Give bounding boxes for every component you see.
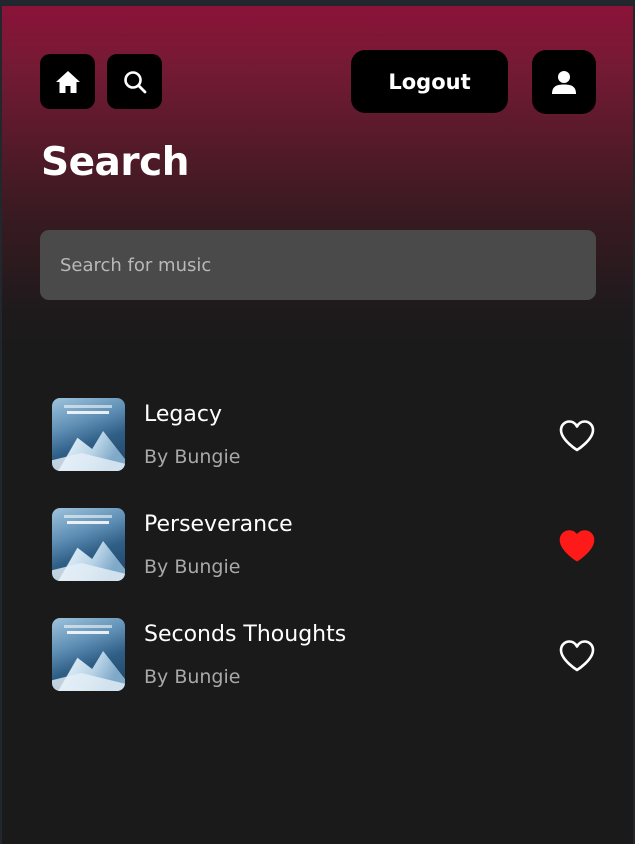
user-icon bbox=[552, 71, 576, 94]
home-icon bbox=[55, 70, 80, 93]
heart-icon[interactable] bbox=[558, 639, 596, 673]
app-screen: Logout Search Legacy By Bungie Perse bbox=[0, 0, 635, 844]
profile-button[interactable] bbox=[532, 50, 596, 114]
track-title: Legacy bbox=[144, 402, 222, 427]
list-item[interactable]: Legacy By Bungie bbox=[2, 396, 635, 472]
track-title: Perseverance bbox=[144, 512, 293, 537]
home-button[interactable] bbox=[40, 54, 95, 109]
search-icon bbox=[123, 70, 146, 93]
album-art bbox=[52, 398, 125, 471]
track-artist: By Bungie bbox=[144, 446, 241, 468]
track-artist: By Bungie bbox=[144, 556, 241, 578]
search-button[interactable] bbox=[107, 54, 162, 109]
heart-icon[interactable] bbox=[558, 419, 596, 453]
album-art bbox=[52, 508, 125, 581]
page-title: Search bbox=[41, 140, 189, 185]
album-art bbox=[52, 618, 125, 691]
track-artist: By Bungie bbox=[144, 666, 241, 688]
list-item[interactable]: Perseverance By Bungie bbox=[2, 506, 635, 582]
track-title: Seconds Thoughts bbox=[144, 622, 347, 647]
list-item[interactable]: Seconds Thoughts By Bungie bbox=[2, 616, 635, 692]
search-input[interactable] bbox=[40, 230, 596, 300]
logout-button[interactable]: Logout bbox=[351, 50, 508, 113]
heart-icon[interactable] bbox=[558, 529, 596, 563]
